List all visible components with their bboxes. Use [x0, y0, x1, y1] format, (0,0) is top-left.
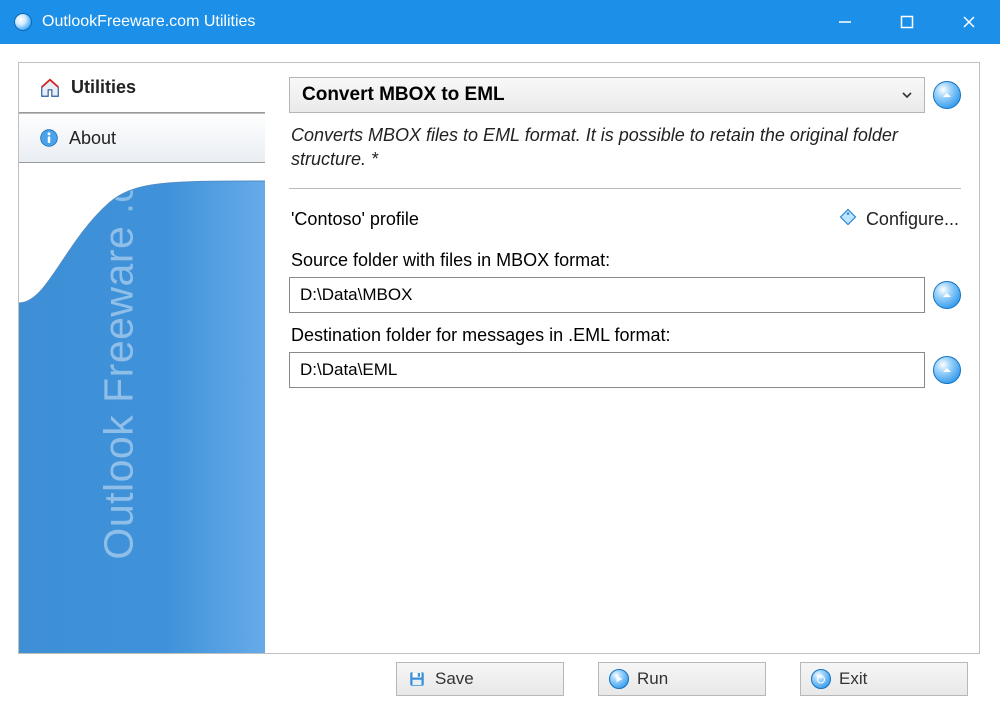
utility-selector-dropdown[interactable]: Convert MBOX to EML — [289, 77, 925, 113]
window-title: OutlookFreeware.com Utilities — [42, 13, 255, 31]
app-icon — [14, 13, 32, 31]
client-area: Outlook Freeware .com Utilities About — [0, 44, 1000, 708]
configure-label: Configure... — [866, 209, 959, 230]
info-icon — [39, 128, 59, 148]
play-icon — [609, 669, 629, 689]
run-button[interactable]: Run — [598, 662, 766, 696]
sidebar-tab-utilities[interactable]: Utilities — [19, 63, 266, 113]
main-frame: Outlook Freeware .com Utilities About — [18, 62, 980, 654]
sidebar-tab-label: About — [69, 128, 116, 149]
bottom-button-bar: Save Run Exit — [0, 662, 1000, 696]
main-content: Convert MBOX to EML Converts MBOX files … — [265, 63, 979, 653]
source-browse-button[interactable] — [933, 281, 961, 309]
home-icon — [39, 77, 61, 99]
profile-name: 'Contoso' profile — [291, 209, 419, 230]
sidebar-tab-about[interactable]: About — [19, 113, 266, 163]
minimize-button[interactable] — [814, 0, 876, 44]
power-icon — [811, 669, 831, 689]
tag-icon — [838, 207, 858, 232]
destination-folder-label: Destination folder for messages in .EML … — [289, 313, 961, 352]
maximize-button[interactable] — [876, 0, 938, 44]
configure-link[interactable]: Configure... — [838, 207, 959, 232]
destination-browse-button[interactable] — [933, 356, 961, 384]
source-folder-input[interactable] — [289, 277, 925, 313]
window-controls — [814, 0, 1000, 44]
exit-button[interactable]: Exit — [800, 662, 968, 696]
chevron-down-icon — [900, 89, 914, 101]
sidebar-tabs: Utilities About — [19, 63, 266, 163]
save-icon — [407, 669, 427, 689]
close-button[interactable] — [938, 0, 1000, 44]
save-button[interactable]: Save — [396, 662, 564, 696]
utility-selector-label: Convert MBOX to EML — [302, 84, 505, 106]
collapse-button[interactable] — [933, 81, 961, 109]
destination-folder-input[interactable] — [289, 352, 925, 388]
titlebar: OutlookFreeware.com Utilities — [0, 0, 1000, 44]
sidebar-tab-label: Utilities — [71, 77, 136, 98]
source-folder-label: Source folder with files in MBOX format: — [289, 238, 961, 277]
utility-description: Converts MBOX files to EML format. It is… — [289, 113, 961, 189]
